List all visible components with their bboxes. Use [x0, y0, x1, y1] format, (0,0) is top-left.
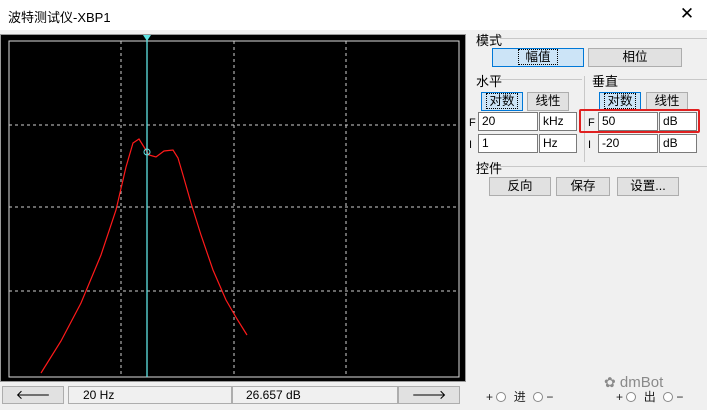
cursor-left-button[interactable]: 🡐 — [2, 386, 64, 404]
mode-label: 模式 — [476, 33, 503, 48]
input-minus-terminal[interactable] — [533, 392, 544, 402]
input-terminals: + 进 − — [486, 388, 553, 405]
save-button[interactable]: 保存 — [556, 177, 610, 196]
vertical-initial-unit[interactable]: dB — [659, 134, 697, 153]
input-minus-label: − — [546, 390, 554, 404]
phase-button[interactable]: 相位 — [588, 48, 682, 67]
gain-readout: 26.657 dB — [232, 386, 398, 404]
vertical-f-label: F — [588, 117, 595, 129]
vertical-log-label: 对数 — [604, 93, 636, 109]
horizontal-initial-input[interactable]: 1 — [478, 134, 538, 153]
horizontal-f-label: F — [469, 117, 476, 129]
controls-label: 控件 — [476, 161, 503, 176]
grid-lines — [9, 41, 459, 377]
window-title: 波特测试仪-XBP1 — [8, 10, 111, 25]
close-button[interactable]: ✕ — [667, 0, 707, 30]
magnitude-button-label: 幅值 — [518, 49, 558, 65]
plot-svg — [8, 35, 460, 378]
output-label: 出 — [643, 390, 656, 404]
wechat-icon: ✿ — [604, 374, 616, 390]
output-minus-label: − — [676, 390, 684, 404]
vertical-initial-input[interactable]: -20 — [598, 134, 658, 153]
output-minus-terminal[interactable] — [663, 392, 674, 402]
cursor-right-button[interactable]: 🡒 — [398, 386, 460, 404]
magnitude-button[interactable]: 幅值 — [492, 48, 584, 67]
watermark: ✿ dmBot — [604, 374, 663, 391]
output-plus-label: + — [616, 390, 624, 404]
vertical-label: 垂直 — [592, 74, 619, 89]
horizontal-label: 水平 — [476, 74, 503, 89]
watermark-text: dmBot — [619, 374, 664, 391]
input-plus-terminal[interactable] — [496, 392, 507, 402]
settings-button[interactable]: 设置... — [617, 177, 679, 196]
vertical-final-unit[interactable]: dB — [659, 112, 697, 131]
bode-plot-display[interactable] — [0, 34, 466, 382]
cursor-handle — [143, 35, 151, 41]
horizontal-lin-button[interactable]: 线性 — [527, 92, 569, 111]
input-plus-label: + — [486, 390, 494, 404]
output-plus-terminal[interactable] — [626, 392, 637, 402]
reverse-button[interactable]: 反向 — [489, 177, 551, 196]
vertical-i-label: I — [588, 139, 592, 151]
magnitude-trace — [40, 138, 248, 374]
vertical-final-input[interactable]: 50 — [598, 112, 658, 131]
vertical-divider — [618, 79, 707, 80]
horizontal-log-button[interactable]: 对数 — [481, 92, 523, 111]
horizontal-i-label: I — [469, 139, 473, 151]
settings-panel: 模式 幅值 相位 水平 对数 线性 F 20 kHz I 1 Hz 垂直 对数 … — [466, 30, 707, 198]
readout-bar: 🡐 20 Hz 26.657 dB 🡒 — [0, 384, 470, 406]
horizontal-divider — [500, 79, 582, 80]
mode-divider — [500, 38, 707, 39]
title-bar: 波特测试仪-XBP1 ✕ — [0, 0, 707, 30]
horizontal-initial-unit[interactable]: Hz — [539, 134, 577, 153]
input-label: 进 — [513, 390, 526, 404]
horizontal-final-unit[interactable]: kHz — [539, 112, 577, 131]
frequency-readout: 20 Hz — [68, 386, 232, 404]
horizontal-final-input[interactable]: 20 — [478, 112, 538, 131]
horizontal-log-label: 对数 — [486, 93, 518, 109]
controls-divider — [500, 166, 707, 167]
